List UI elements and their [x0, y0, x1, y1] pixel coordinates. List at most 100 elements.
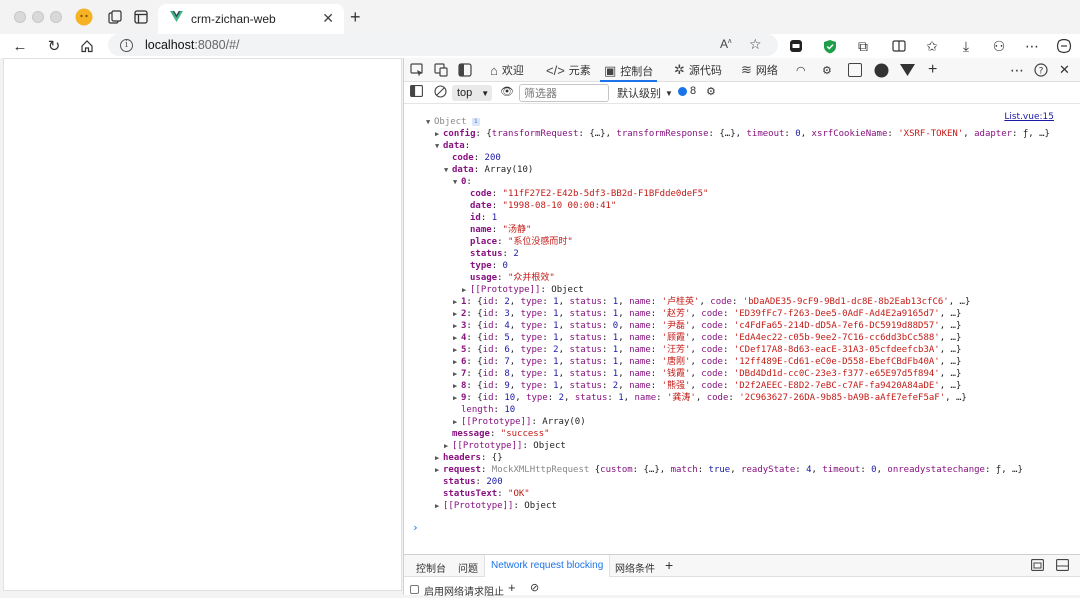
inspect-element-icon[interactable] [410, 61, 424, 79]
profile-avatar-icon[interactable] [75, 8, 93, 26]
url-field[interactable]: i localhost:8080/#/ Aʌ ☆ [108, 34, 778, 56]
console-filter-input[interactable]: 筛选器 [519, 84, 609, 102]
console-line[interactable]: ▼ Object i [426, 116, 480, 128]
console-line[interactable]: ▶ [[Prototype]]: Object [444, 440, 566, 452]
new-tab-icon[interactable]: + [350, 7, 361, 28]
collapsed-triangle-icon[interactable]: ▶ [453, 320, 461, 332]
extension-icon[interactable] [786, 36, 806, 56]
extensions-puzzle-icon[interactable]: ⧉ [853, 36, 873, 56]
console-line[interactable]: ▶ 6: {id: 7, type: 1, status: 1, name: '唐… [453, 356, 961, 368]
application-panel-icon[interactable] [848, 63, 862, 77]
collapsed-triangle-icon[interactable]: ▶ [453, 368, 461, 380]
refresh-icon[interactable]: ↻ [44, 36, 64, 56]
console-prompt-icon[interactable]: › [412, 522, 419, 534]
device-emulation-icon[interactable] [434, 61, 448, 79]
issues-counter[interactable]: 8 [678, 85, 696, 97]
console-settings-gear-icon[interactable]: ⚙ [706, 85, 716, 98]
live-expression-eye-icon[interactable]: 👁︎ [500, 85, 514, 98]
read-aloud-icon[interactable]: Aʌ [720, 37, 732, 51]
expanded-triangle-icon[interactable]: ▼ [435, 140, 443, 152]
tab-welcome[interactable]: ⌂ 欢迎 [490, 61, 524, 79]
more-menu-icon[interactable]: ⋯ [1022, 36, 1042, 56]
console-line[interactable]: ▶ 2: {id: 3, type: 1, status: 1, name: '赵… [453, 308, 961, 320]
console-line[interactable]: ▶ config: {transformRequest: {…}, transfo… [435, 128, 1050, 140]
console-line[interactable]: ▶ 9: {id: 10, type: 2, status: 1, name: '… [453, 392, 967, 404]
collapsed-triangle-icon[interactable]: ▶ [462, 284, 470, 296]
context-selector[interactable]: top ▼ [452, 85, 492, 101]
console-line[interactable]: ▼ data: [435, 140, 470, 152]
downloads-icon[interactable]: ⤓ [956, 36, 976, 56]
close-tab-icon[interactable]: ✕ [322, 10, 334, 27]
expanded-triangle-icon[interactable]: ▼ [444, 164, 452, 176]
add-pattern-icon[interactable]: + [508, 580, 516, 595]
console-line[interactable]: ▶ 1: {id: 2, type: 1, status: 1, name: '卢… [453, 296, 970, 308]
collapsed-triangle-icon[interactable]: ▶ [453, 308, 461, 320]
back-icon[interactable]: ← [10, 36, 30, 56]
log-level-dropdown[interactable]: 默认级别 ▼ [617, 85, 673, 101]
collapsed-triangle-icon[interactable]: ▶ [435, 500, 443, 512]
collapsed-triangle-icon[interactable]: ▶ [453, 344, 461, 356]
collapsed-triangle-icon[interactable]: ▶ [453, 392, 461, 404]
console-line[interactable]: ▶ headers: {} [435, 452, 503, 464]
drawer-tab-network-request-blocking[interactable]: Network request blocking [484, 555, 611, 577]
tab-network[interactable]: ≋ 网络 [741, 61, 778, 79]
console-line[interactable]: ▼ 0: [453, 176, 472, 188]
split-screen-icon[interactable] [889, 36, 909, 56]
tab-console[interactable]: ▣ 控制台 [600, 61, 658, 82]
site-info-icon[interactable]: i [120, 38, 133, 52]
performance-gauge-icon[interactable]: ◠ [796, 61, 806, 79]
console-line[interactable]: ▶ 8: {id: 9, type: 1, status: 2, name: '熊… [453, 380, 961, 392]
devtools-more-icon[interactable]: ⋯ [1010, 61, 1024, 79]
maximize-window-button[interactable] [50, 11, 62, 23]
browser-tab[interactable]: crm-zichan-web ✕ [158, 4, 344, 34]
collapsed-triangle-icon[interactable]: ▶ [453, 332, 461, 344]
tab-sources[interactable]: ✲ 源代码 [674, 61, 722, 79]
help-icon[interactable]: ? [1034, 61, 1048, 79]
settings-gear-icon[interactable]: ⚙ [822, 61, 832, 79]
dock-side-icon[interactable] [458, 61, 472, 79]
collapsed-triangle-icon[interactable]: ▶ [453, 416, 461, 428]
dock-drawer-icon[interactable] [1031, 559, 1044, 574]
tab-actions-icon[interactable] [132, 8, 150, 26]
home-icon[interactable] [77, 36, 97, 56]
collapsed-triangle-icon[interactable]: ▶ [435, 128, 443, 140]
drawer-tab-issues[interactable]: 问题 [458, 560, 478, 575]
tab-elements[interactable]: </> 元素 [546, 61, 591, 79]
collapsed-triangle-icon[interactable]: ▶ [435, 464, 443, 476]
drawer-tab-network-conditions[interactable]: 网络条件 [615, 560, 655, 575]
workspaces-icon[interactable] [106, 8, 124, 26]
close-devtools-icon[interactable]: ✕ [1059, 61, 1070, 79]
copilot-icon[interactable] [1054, 36, 1074, 56]
more-tools-plus-icon[interactable]: + [928, 61, 937, 79]
console-line[interactable]: ▶ 5: {id: 6, type: 2, status: 1, name: '汪… [453, 344, 961, 356]
drawer-add-tab-icon[interactable]: + [665, 557, 673, 573]
console-line[interactable]: ▶ 7: {id: 8, type: 1, status: 1, name: '钱… [453, 368, 961, 380]
collapsed-triangle-icon[interactable]: ▶ [444, 440, 452, 452]
console-line[interactable]: ▶ [[Prototype]]: Object [435, 500, 557, 512]
clear-patterns-icon[interactable]: ⊘ [530, 581, 539, 594]
clear-console-icon[interactable] [434, 85, 447, 98]
vue-devtools-icon[interactable] [900, 61, 915, 79]
source-link[interactable]: List.vue:15 [1004, 112, 1054, 122]
collapsed-triangle-icon[interactable]: ▶ [453, 296, 461, 308]
drawer-tab-console[interactable]: 控制台 [416, 560, 446, 575]
expanded-triangle-icon[interactable]: ▼ [426, 116, 434, 128]
console-line[interactable]: ▶ 3: {id: 4, type: 1, status: 0, name: '尹… [453, 320, 961, 332]
favorite-star-icon[interactable]: ☆ [749, 36, 762, 53]
shield-icon[interactable] [820, 36, 840, 56]
console-line[interactable]: ▶ [[Prototype]]: Object [462, 284, 584, 296]
console-line[interactable]: ▶ [[Prototype]]: Array(0) [453, 416, 586, 428]
performance-icon[interactable]: ⚇ [989, 36, 1009, 56]
record-circle-icon[interactable] [874, 61, 889, 79]
collapsed-triangle-icon[interactable]: ▶ [453, 380, 461, 392]
close-drawer-icon[interactable] [1056, 559, 1069, 574]
enable-blocking-checkbox[interactable] [410, 585, 419, 594]
close-window-button[interactable] [14, 11, 26, 23]
sidebar-toggle-icon[interactable] [410, 85, 423, 97]
expanded-triangle-icon[interactable]: ▼ [453, 176, 461, 188]
collapsed-triangle-icon[interactable]: ▶ [453, 356, 461, 368]
console-line[interactable]: ▼ data: Array(10) [444, 164, 533, 176]
minimize-window-button[interactable] [32, 11, 44, 23]
console-line[interactable]: ▶ request: MockXMLHttpRequest {custom: {…… [435, 464, 1023, 476]
console-line[interactable]: ▶ 4: {id: 5, type: 1, status: 1, name: '顾… [453, 332, 961, 344]
